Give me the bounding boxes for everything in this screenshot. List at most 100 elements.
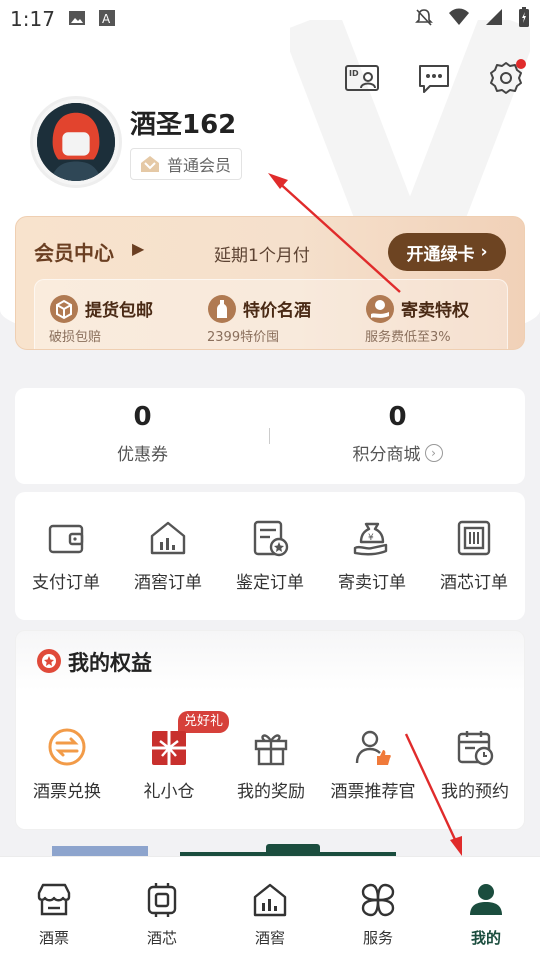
order-label: 鉴定订单 — [236, 573, 304, 593]
order-label: 酒芯订单 — [440, 573, 508, 593]
member-level-badge[interactable]: 普通会员 — [130, 148, 243, 180]
open-green-card-label: 开通绿卡 — [406, 244, 475, 265]
medal-icon — [37, 649, 61, 673]
bottom-tab-bar: 酒票 酒芯 酒窖 服务 我的 — [0, 856, 540, 960]
wifi-icon — [449, 8, 469, 25]
ticket-exchange-button[interactable]: 酒票兑换 — [16, 727, 118, 802]
benefit-label: 酒票兑换 — [33, 782, 101, 802]
gallery-icon — [69, 11, 85, 25]
tab-chip[interactable]: 酒芯 — [108, 857, 216, 960]
svg-text:ID: ID — [349, 69, 359, 78]
header-actions: ID — [344, 59, 526, 96]
gift-icon — [254, 734, 288, 766]
box-icon — [50, 295, 78, 323]
consignment-orders-button[interactable]: ¥ 寄卖订单 — [321, 518, 423, 593]
mute-icon — [415, 9, 433, 26]
stats-card: 0 优惠券 0 积分商城 › — [15, 388, 525, 484]
exchange-icon — [48, 728, 86, 766]
chip-icon — [147, 883, 177, 917]
perk-desc: 服务费低至3% — [365, 330, 451, 345]
gift-box-icon — [152, 731, 186, 765]
tab-label: 酒芯 — [146, 929, 177, 947]
svg-text:A: A — [102, 12, 111, 26]
my-rewards-button[interactable]: 我的奖励 — [220, 727, 322, 802]
status-bar: 1:17 A — [0, 0, 540, 36]
member-perks: 提货包邮 破损包赔 特价名酒 2399特价囤 寄卖特权 服务费低至3% — [34, 279, 508, 349]
benefit-label: 我的奖励 — [237, 782, 305, 802]
points-count: 0 — [388, 402, 407, 432]
certificate-icon — [253, 520, 289, 557]
house-crown-icon — [141, 156, 159, 172]
member-level-label: 普通会员 — [167, 156, 232, 175]
text-a-icon: A — [99, 10, 115, 26]
payment-orders-button[interactable]: 支付订单 — [15, 518, 117, 593]
my-reservations-button[interactable]: 我的预约 — [424, 727, 526, 802]
signal-icon — [486, 9, 502, 25]
coupons-stat[interactable]: 0 优惠券 — [15, 402, 270, 465]
calendar-icon — [457, 731, 494, 766]
wallet-icon — [48, 524, 84, 554]
cellar-house-icon — [253, 883, 287, 917]
ticket-recommender-button[interactable]: 酒票推荐官 — [322, 727, 424, 802]
cellar-icon — [150, 521, 186, 555]
appraisal-orders-button[interactable]: 鉴定订单 — [219, 518, 321, 593]
tab-services[interactable]: 服务 — [324, 857, 432, 960]
tab-cellar[interactable]: 酒窖 — [216, 857, 324, 960]
order-label: 酒窖订单 — [134, 573, 202, 593]
open-green-card-button[interactable]: 开通绿卡 › — [388, 233, 506, 271]
battery-icon — [519, 7, 529, 27]
username: 酒圣162 — [130, 110, 237, 140]
hand-coin-icon — [366, 295, 394, 323]
points-mall-label: 积分商城 — [352, 445, 421, 465]
member-center-card[interactable]: 会员中心 ▶ 延期1个月付 开通绿卡 › 提货包邮 破损包赔 特价名酒 2399… — [15, 216, 525, 350]
benefits-title: 我的权益 — [68, 651, 152, 675]
member-center-subtitle: 延期1个月付 — [214, 246, 310, 266]
orders-card: 支付订单 酒窖订单 鉴定订单 ¥ 寄卖订单 酒芯订单 — [15, 492, 525, 620]
gift-warehouse-button[interactable]: 礼小仓 — [118, 727, 220, 802]
benefit-label: 酒票推荐官 — [330, 782, 416, 802]
benefit-label: 礼小仓 — [143, 782, 195, 802]
svg-text:¥: ¥ — [368, 533, 374, 543]
banner-peek — [52, 844, 396, 858]
chip-box-icon — [457, 520, 491, 556]
points-mall-stat[interactable]: 0 积分商城 › — [270, 402, 525, 465]
id-card-icon: ID — [345, 65, 379, 91]
coupon-count: 0 — [133, 402, 152, 432]
circle-chevron-right-icon: › — [424, 443, 443, 462]
tab-tickets[interactable]: 酒票 — [0, 857, 108, 960]
chip-orders-button[interactable]: 酒芯订单 — [423, 518, 525, 593]
coupon-label: 优惠券 — [117, 445, 168, 465]
tab-label: 服务 — [362, 929, 393, 947]
tab-label: 酒票 — [38, 929, 69, 947]
id-card-button[interactable]: ID — [344, 60, 380, 96]
settings-button[interactable] — [488, 59, 526, 96]
perk-desc: 2399特价囤 — [207, 330, 280, 345]
perk-title: 提货包邮 — [85, 301, 153, 321]
chat-bubble-icon — [419, 65, 449, 93]
perk-title: 寄卖特权 — [401, 301, 469, 321]
tab-label: 我的 — [470, 929, 501, 947]
tab-label: 酒窖 — [254, 929, 285, 947]
notification-dot — [516, 59, 526, 69]
member-center-title: 会员中心 — [34, 241, 114, 265]
recommender-icon — [355, 730, 391, 765]
money-bag-hand-icon: ¥ — [353, 522, 388, 556]
perk-title: 特价名酒 — [243, 301, 311, 321]
chevron-right-icon: ▶ — [132, 239, 145, 258]
chevron-right-icon: › — [474, 242, 488, 262]
cellar-orders-button[interactable]: 酒窖订单 — [117, 518, 219, 593]
store-icon — [37, 883, 71, 916]
bottle-icon — [208, 295, 236, 323]
avatar-image — [37, 103, 115, 181]
benefit-label: 我的预约 — [441, 782, 509, 802]
perk-desc: 破损包赔 — [49, 330, 102, 345]
my-benefits-card: 我的权益 兑好礼 酒票兑换 礼小仓 我的奖励 酒票推荐官 我的预约 — [15, 630, 525, 830]
profile-icon — [470, 884, 502, 915]
messages-button[interactable] — [416, 60, 452, 96]
avatar[interactable] — [30, 96, 122, 188]
order-label: 支付订单 — [32, 573, 100, 593]
services-icon — [361, 883, 395, 917]
order-label: 寄卖订单 — [338, 573, 406, 593]
status-time: 1:17 — [10, 7, 55, 31]
tab-mine[interactable]: 我的 — [432, 857, 540, 960]
